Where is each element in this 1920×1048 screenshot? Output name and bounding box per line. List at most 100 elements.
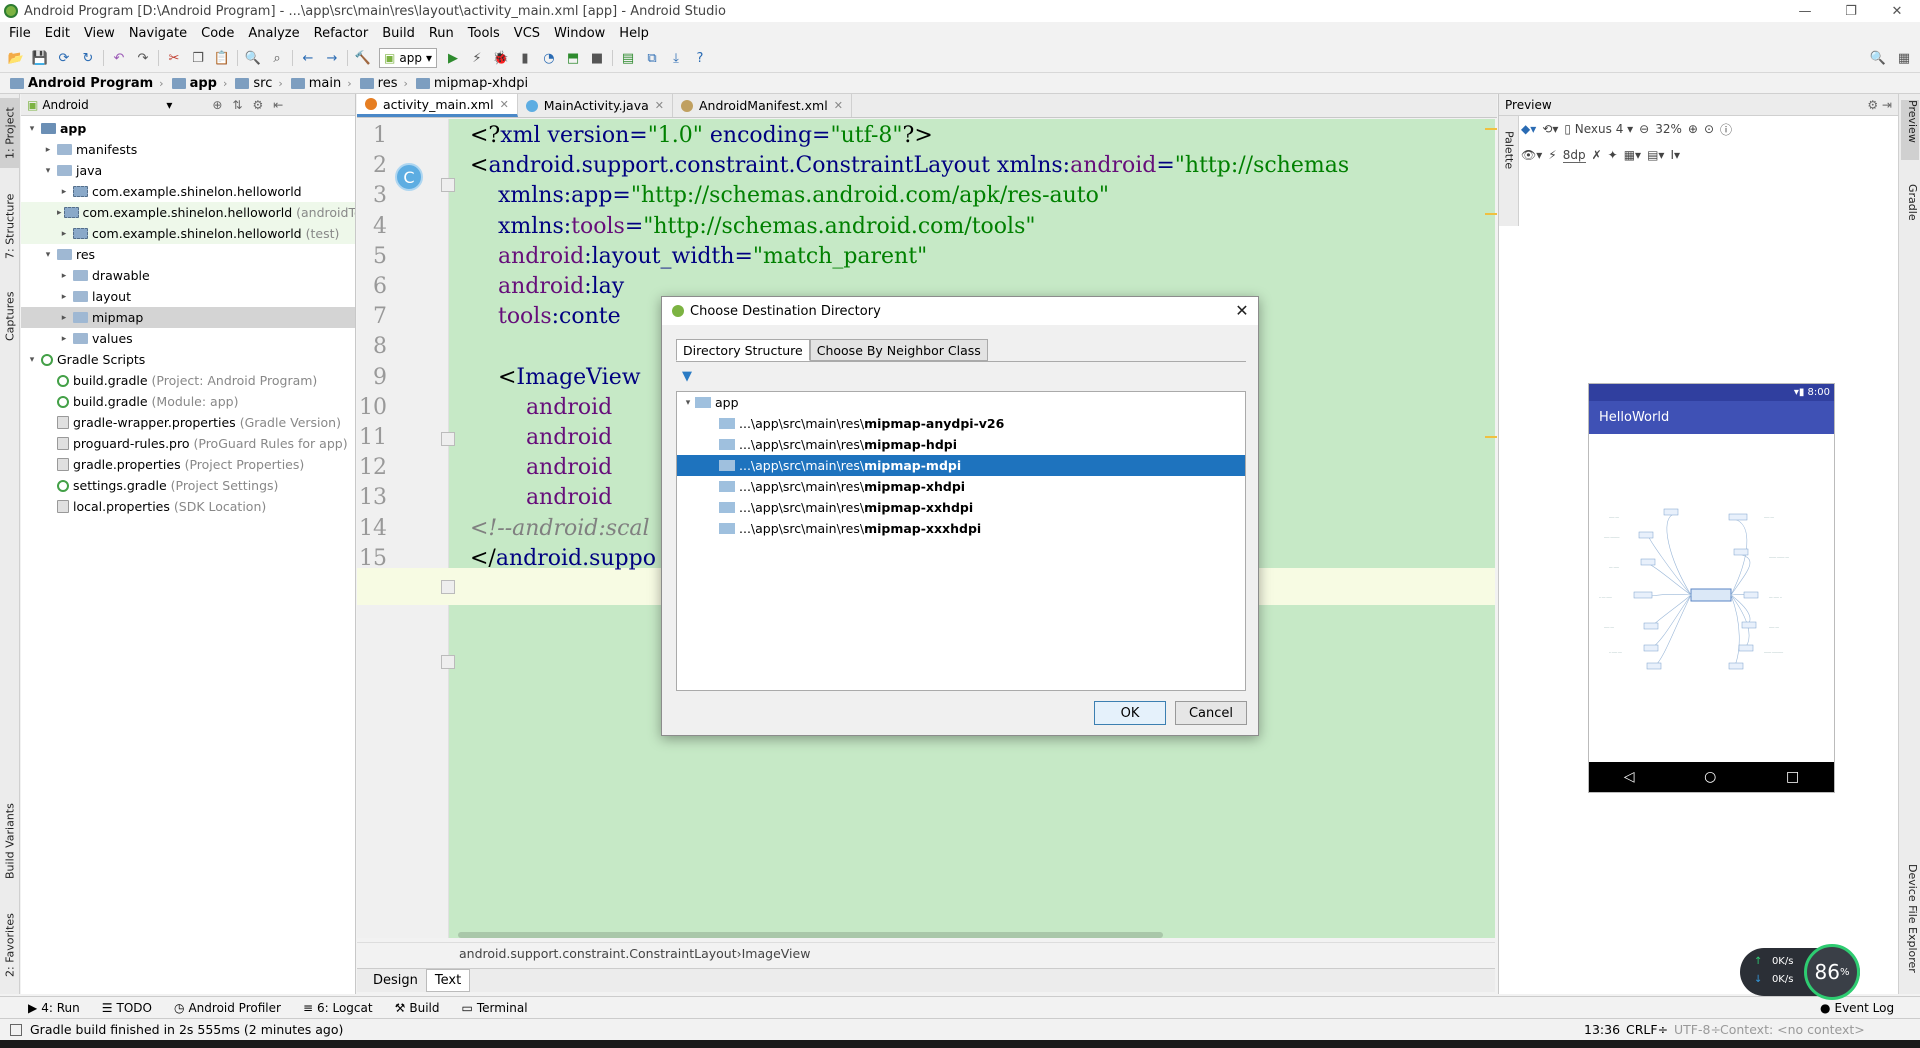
status-toggle-icon[interactable] — [10, 1023, 22, 1036]
breadcrumb-item[interactable]: app › — [168, 76, 232, 91]
attach-debugger-icon[interactable]: ⬒ — [561, 47, 585, 69]
tool-window-4[interactable]: ⚒ Build — [395, 1001, 440, 1015]
tool-window-3[interactable]: ≡ 6: Logcat — [303, 1001, 373, 1015]
directory-item[interactable]: ...\app\src\main\res\ mipmap-mdpi — [677, 455, 1245, 476]
expand-arrow-icon[interactable]: ▾ — [41, 250, 55, 260]
forward-icon[interactable]: → — [320, 47, 344, 69]
file-encoding[interactable]: UTF-8÷ — [1674, 1022, 1721, 1037]
expand-arrow-icon[interactable]: ▾ — [681, 398, 695, 408]
tree-item[interactable]: ▸ com.example.shinelon.helloworld (test) — [21, 223, 355, 244]
zoom-out-icon[interactable]: ⊖ — [1639, 122, 1649, 136]
tree-item[interactable]: settings.gradle (Project Settings) — [21, 475, 355, 496]
dialog-tab[interactable]: Directory Structure — [676, 339, 810, 361]
captures-tool-button[interactable]: Captures — [0, 284, 20, 348]
fold-marker-icon[interactable] — [441, 432, 455, 446]
line-separator[interactable]: CRLF÷ — [1626, 1022, 1668, 1037]
tree-item[interactable]: ▸ drawable — [21, 265, 355, 286]
breadcrumb-item[interactable]: res › — [356, 76, 412, 91]
warning-marker[interactable] — [1485, 213, 1497, 215]
tool-window-0[interactable]: ▶ 4: Run — [28, 1001, 80, 1015]
info-icon[interactable]: ⓘ — [1720, 121, 1732, 138]
menu-build[interactable]: Build — [375, 26, 422, 41]
project-tool-button[interactable]: 1: Project — [0, 98, 20, 168]
tree-item[interactable]: ▸ values — [21, 328, 355, 349]
clear-constraints-icon[interactable]: ✗ — [1592, 148, 1602, 162]
layout-icon[interactable]: ▦ — [1892, 47, 1916, 69]
apply-changes-icon[interactable]: ⚡ — [465, 47, 489, 69]
directory-item[interactable]: ...\app\src\main\res\ mipmap-anydpi-v26 — [677, 413, 1245, 434]
expand-arrow-icon[interactable]: ▾ — [41, 166, 55, 176]
directory-item[interactable]: ...\app\src\main\res\ mipmap-xxxhdpi — [677, 518, 1245, 539]
context-indicator[interactable]: Context: <no context> — [1720, 1022, 1865, 1037]
event-log-button[interactable]: ● Event Log — [1820, 1001, 1894, 1015]
breadcrumb-item[interactable]: mipmap-xhdpi — [412, 76, 532, 91]
menu-edit[interactable]: Edit — [38, 26, 77, 41]
warning-marker[interactable] — [1485, 436, 1497, 438]
tree-item[interactable]: ▸ mipmap — [21, 307, 355, 328]
copy-icon[interactable]: ❐ — [186, 47, 210, 69]
menu-help[interactable]: Help — [612, 26, 656, 41]
expand-arrow-icon[interactable]: ▸ — [57, 334, 71, 344]
class-marker-icon[interactable]: C — [395, 163, 423, 191]
fold-marker-icon[interactable] — [441, 580, 455, 594]
tree-item[interactable]: build.gradle (Project: Android Program) — [21, 370, 355, 391]
search-everywhere-icon[interactable]: 🔍 — [1866, 47, 1890, 69]
expand-arrow-icon[interactable]: ▸ — [57, 271, 71, 281]
editor-tab[interactable]: activity_main.xml ✕ — [357, 94, 518, 117]
tree-item[interactable]: ▾ res — [21, 244, 355, 265]
menu-refactor[interactable]: Refactor — [307, 26, 376, 41]
tree-item[interactable]: ▾ app — [21, 118, 355, 139]
help-icon[interactable]: ? — [688, 47, 712, 69]
menu-file[interactable]: File — [2, 26, 38, 41]
close-window-button[interactable]: ✕ — [1874, 0, 1920, 22]
device-select[interactable]: ▯ Nexus 4 ▾ — [1564, 122, 1633, 136]
xml-path-item[interactable]: ImageView — [742, 946, 811, 961]
run-config-select[interactable]: ▣ app ▾ — [379, 48, 437, 68]
tool-window-1[interactable]: ☰ TODO — [102, 1001, 152, 1015]
tab-design[interactable]: Design — [365, 970, 426, 991]
align-icon[interactable]: ▤▾ — [1647, 148, 1664, 162]
close-tab-icon[interactable]: ✕ — [655, 99, 664, 112]
directory-item[interactable]: ...\app\src\main\res\ mipmap-xhdpi — [677, 476, 1245, 497]
ok-button[interactable]: OK — [1094, 701, 1166, 725]
replace-icon[interactable]: ⌕ — [265, 47, 289, 69]
undo-icon[interactable]: ↶ — [107, 47, 131, 69]
tab-text[interactable]: Text — [425, 969, 471, 992]
infer-constraints-icon[interactable]: ✦ — [1608, 148, 1618, 162]
autoconnect-icon[interactable]: ⚡ — [1548, 148, 1556, 162]
redo-icon[interactable]: ↷ — [131, 47, 155, 69]
sync-gradle-icon[interactable]: ↻ — [76, 47, 100, 69]
tree-item[interactable]: local.properties (SDK Location) — [21, 496, 355, 517]
gear-icon[interactable]: ⚙ — [252, 98, 263, 112]
expand-arrow-icon[interactable]: ▸ — [41, 145, 55, 155]
close-icon[interactable]: ✕ — [1232, 301, 1252, 320]
fold-marker-icon[interactable] — [441, 178, 455, 192]
zoom-fit-icon[interactable]: ⊙ — [1704, 122, 1714, 136]
pack-icon[interactable]: ▦▾ — [1624, 148, 1641, 162]
tree-item[interactable]: ▸ com.example.shinelon.helloworld — [21, 181, 355, 202]
expand-arrow-icon[interactable]: ▸ — [57, 187, 71, 197]
menu-analyze[interactable]: Analyze — [241, 26, 306, 41]
editor-tab[interactable]: MainActivity.java ✕ — [518, 94, 673, 117]
device-preview[interactable]: ▾▮ 8:00 HelloWorld ─── ── ─── ───── ── ──… — [1588, 383, 1835, 793]
close-tab-icon[interactable]: ✕ — [834, 99, 843, 112]
back-icon[interactable]: ← — [296, 47, 320, 69]
expand-arrow-icon[interactable]: ▾ — [25, 124, 39, 134]
tree-item[interactable]: ▾ Gradle Scripts — [21, 349, 355, 370]
horizontal-scrollbar[interactable] — [458, 932, 1163, 938]
editor-tab[interactable]: AndroidManifest.xml ✕ — [673, 94, 852, 117]
preview-tool-button[interactable]: Preview — [1901, 100, 1919, 160]
tree-item[interactable]: ▸ manifests — [21, 139, 355, 160]
save-all-icon[interactable]: 💾 — [28, 47, 52, 69]
menu-window[interactable]: Window — [547, 26, 612, 41]
tool-window-5[interactable]: ▭ Terminal — [461, 1001, 527, 1015]
fold-marker-icon[interactable] — [441, 655, 455, 669]
cut-icon[interactable]: ✂ — [162, 47, 186, 69]
menu-tools[interactable]: Tools — [461, 26, 507, 41]
tool-window-2[interactable]: ◷ Android Profiler — [174, 1001, 281, 1015]
dialog-tab[interactable]: Choose By Neighbor Class — [809, 339, 988, 361]
margin-select[interactable]: 8dp — [1562, 148, 1586, 163]
directory-item[interactable]: ...\app\src\main\res\ mipmap-hdpi — [677, 434, 1245, 455]
tree-item[interactable]: ▾ java — [21, 160, 355, 181]
project-view-select[interactable]: Android ▾ — [42, 98, 172, 112]
